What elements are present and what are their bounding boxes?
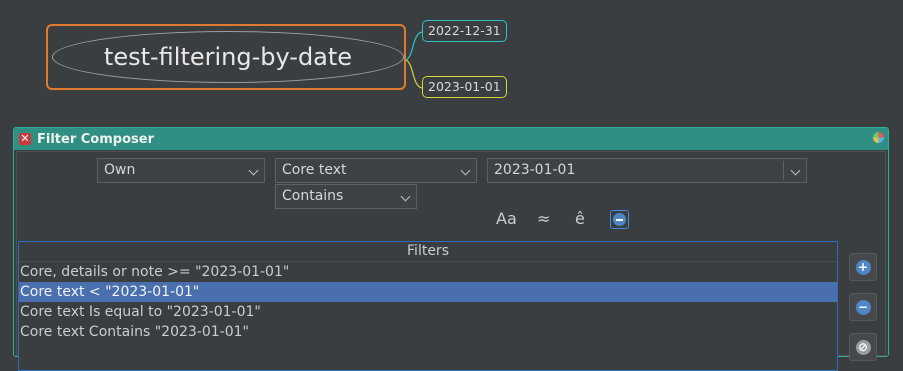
root-node-label: test-filtering-by-date — [52, 31, 404, 83]
negate-toggle[interactable] — [610, 210, 629, 229]
date-node-2[interactable]: 2023-01-01 — [422, 76, 507, 98]
plus-circle-icon: + — [855, 259, 871, 275]
dialog-title: Filter Composer — [37, 131, 154, 147]
filter-row[interactable]: Core text Contains "2023-01-01" — [19, 322, 837, 342]
split-filter-button[interactable]: ⊘ — [849, 333, 877, 361]
filters-list[interactable]: Filters Core, details or note >= "2023-0… — [18, 241, 838, 371]
root-node[interactable]: test-filtering-by-date — [46, 24, 406, 90]
condition-select[interactable]: Contains — [275, 184, 417, 209]
match-case-toggle[interactable]: Aa — [496, 209, 517, 228]
chevron-down-icon — [790, 165, 801, 176]
approximate-match-toggle[interactable]: ≈ — [537, 209, 550, 228]
filter-panel: Own Core text Contains 2023-01-01 Aa ≈ ê… — [16, 151, 886, 371]
chevron-down-icon — [248, 165, 259, 176]
property-select[interactable]: Core text — [275, 158, 477, 183]
chevron-down-icon — [400, 191, 411, 202]
split-icon: ⊘ — [855, 339, 871, 355]
date-node-1[interactable]: 2022-12-31 — [422, 20, 507, 42]
filter-row-selected[interactable]: Core text < "2023-01-01" — [19, 282, 837, 302]
filter-composer-dialog: ✕ Filter Composer Own Core text Contains… — [13, 127, 889, 371]
combo-separator — [783, 161, 784, 180]
value-field-text: 2023-01-01 — [494, 162, 576, 178]
filter-row[interactable]: Core, details or note >= "2023-01-01" — [19, 262, 837, 282]
scope-select[interactable]: Own — [97, 158, 265, 183]
minus-circle-icon: − — [855, 299, 871, 315]
scope-select-value: Own — [104, 162, 136, 178]
property-select-value: Core text — [282, 162, 347, 178]
pin-icon[interactable] — [873, 132, 884, 143]
node-connectors — [405, 31, 423, 89]
chevron-down-icon — [460, 165, 471, 176]
value-field[interactable]: 2023-01-01 — [487, 158, 807, 183]
condition-select-value: Contains — [282, 188, 344, 204]
filter-row[interactable]: Core text Is equal to "2023-01-01" — [19, 302, 837, 322]
filters-header: Filters — [19, 242, 837, 262]
ignore-diacritics-toggle[interactable]: ê — [575, 209, 585, 228]
remove-filter-button[interactable]: − — [849, 293, 877, 321]
close-icon[interactable]: ✕ — [19, 133, 31, 145]
add-filter-button[interactable]: + — [849, 253, 877, 281]
dialog-titlebar[interactable]: ✕ Filter Composer — [14, 128, 888, 150]
minus-circle-icon — [613, 213, 626, 226]
